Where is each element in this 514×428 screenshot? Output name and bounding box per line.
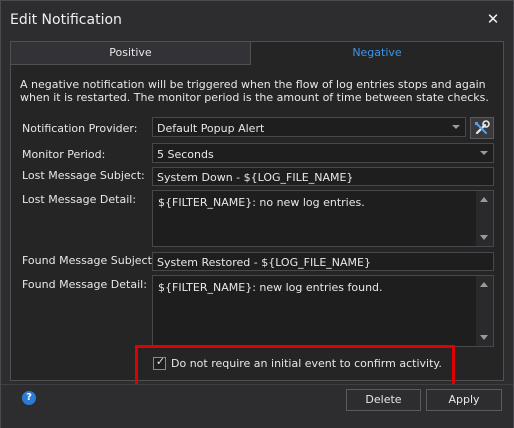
chevron-down-icon: [480, 151, 488, 155]
dialog-window: Edit Notification ✕ Positive Negative A …: [0, 0, 514, 428]
title-bar: Edit Notification ✕: [1, 1, 513, 39]
found-subject-label: Found Message Subject:: [22, 254, 156, 267]
lost-detail-scrollbar[interactable]: [476, 191, 493, 246]
monitor-period-dropdown[interactable]: 5 Seconds: [152, 143, 494, 163]
lost-detail-textarea[interactable]: ${FILTER_NAME}: no new log entries.: [152, 190, 494, 247]
scroll-down-icon[interactable]: [480, 235, 488, 240]
tab-negative[interactable]: Negative: [251, 42, 503, 65]
description-text: A negative notification will be triggere…: [20, 78, 489, 104]
delete-button[interactable]: Delete: [346, 389, 421, 411]
found-detail-textarea[interactable]: ${FILTER_NAME}: new log entries found.: [152, 275, 494, 347]
lost-subject-label: Lost Message Subject:: [22, 169, 145, 182]
found-detail-value: ${FILTER_NAME}: new log entries found.: [158, 281, 383, 294]
tab-positive[interactable]: Positive: [11, 42, 251, 65]
no-initial-event-label[interactable]: Do not require an initial event to confi…: [171, 357, 442, 370]
found-subject-input[interactable]: System Restored - ${LOG_FILE_NAME}: [152, 252, 494, 271]
provider-dropdown[interactable]: Default Popup Alert: [152, 117, 466, 137]
help-icon[interactable]: ?: [22, 391, 36, 405]
found-subject-value: System Restored - ${LOG_FILE_NAME}: [157, 256, 371, 269]
found-detail-scrollbar[interactable]: [476, 276, 493, 346]
chevron-down-icon: [452, 125, 460, 129]
lost-detail-label: Lost Message Detail:: [22, 193, 137, 206]
provider-label: Notification Provider:: [22, 122, 138, 135]
monitor-period-label: Monitor Period:: [22, 148, 106, 161]
scroll-up-icon[interactable]: [480, 197, 488, 202]
scroll-up-icon[interactable]: [480, 282, 488, 287]
wrench-screwdriver-icon: [475, 120, 490, 135]
monitor-period-value: 5 Seconds: [157, 148, 214, 161]
dialog-title: Edit Notification: [10, 12, 122, 28]
lost-subject-input[interactable]: System Down - ${LOG_FILE_NAME}: [152, 167, 494, 186]
checkmark-icon: ✓: [155, 355, 166, 368]
apply-button[interactable]: Apply: [426, 389, 502, 411]
lost-detail-value: ${FILTER_NAME}: no new log entries.: [158, 196, 365, 209]
provider-settings-button[interactable]: [470, 117, 494, 139]
provider-value: Default Popup Alert: [157, 122, 265, 135]
lost-subject-value: System Down - ${LOG_FILE_NAME}: [157, 171, 354, 184]
close-icon[interactable]: ✕: [483, 9, 503, 29]
scroll-down-icon[interactable]: [480, 335, 488, 340]
found-detail-label: Found Message Detail:: [22, 278, 147, 291]
